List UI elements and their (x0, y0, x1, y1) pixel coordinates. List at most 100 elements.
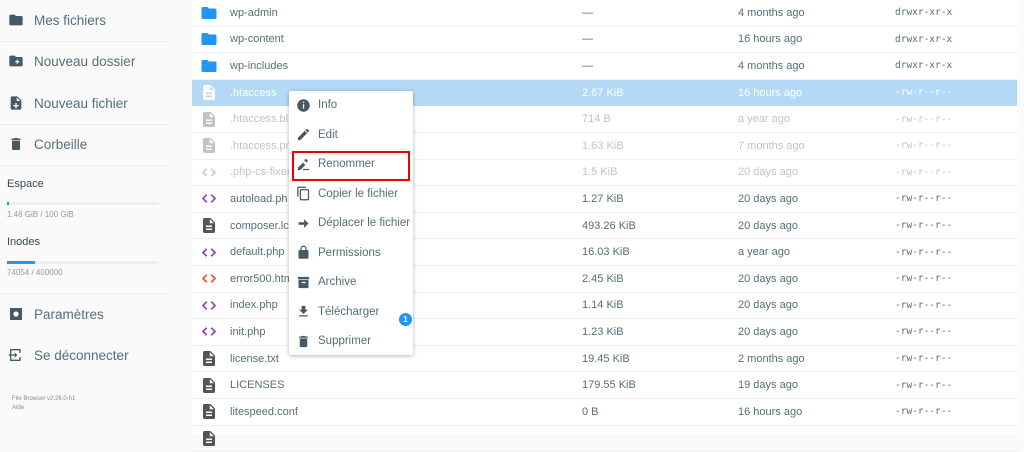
folder-icon (200, 4, 218, 22)
file-row[interactable]: wp-includes — 4 months ago drwxr-xr-x (192, 53, 1017, 80)
label: Corbeille (34, 136, 88, 152)
notification-badge: 1 (399, 313, 412, 326)
trash-icon (299, 335, 308, 347)
lock-icon (298, 245, 309, 259)
file-permissions: -rw-r--r-- (895, 326, 953, 338)
menu-item-info[interactable]: Info (289, 91, 413, 119)
file-modified: 16 hours ago (738, 33, 803, 46)
file-modified: 2 months ago (738, 352, 805, 365)
menu-item-lock[interactable]: Permissions (289, 239, 413, 267)
code-file-icon (200, 163, 218, 181)
file-modified: 20 days ago (738, 299, 798, 312)
menu-item-move[interactable]: Déplacer le fichier (289, 209, 413, 237)
file-size: 1.5 KiB (582, 166, 618, 179)
file-size: 2.45 KiB (582, 272, 624, 285)
move-icon (298, 218, 309, 228)
file-permissions: -rw-r--r-- (895, 299, 953, 311)
folder-icon (9, 14, 23, 26)
file-size: 1.23 KiB (582, 325, 624, 338)
file-modified: 19 days ago (738, 379, 798, 392)
file-name: .htaccess (230, 86, 277, 99)
file-size: 1.14 KiB (582, 299, 624, 312)
file-permissions: -rw-r--r-- (895, 140, 953, 152)
sidebar-item-logout[interactable]: Se déconnecter (8, 337, 129, 373)
file-modified: 20 days ago (738, 272, 798, 285)
file-row[interactable]: wp-admin — 4 months ago drwxr-xr-x (192, 0, 1017, 27)
menu-item-archive[interactable]: Archive (289, 268, 413, 296)
code-file-icon (200, 296, 218, 314)
file-modified: a year ago (738, 113, 790, 126)
download-icon (299, 305, 308, 317)
file-modified: 16 hours ago (738, 405, 803, 418)
folder-plus-icon (9, 55, 23, 67)
file-plus-icon (10, 96, 22, 110)
menu-item-label: Renommer (318, 158, 375, 170)
file-permissions: drwxr-xr-x (895, 7, 953, 19)
version-text: File Browser v2.26.0-h1 (12, 396, 76, 402)
label: Nouveau fichier (34, 95, 128, 111)
file-size: 19.45 KiB (582, 352, 630, 365)
file-icon (200, 403, 218, 421)
file-permissions: -rw-r--r-- (895, 166, 953, 178)
file-size: 179.55 KiB (582, 379, 636, 392)
menu-item-label: Déplacer le fichier (318, 217, 411, 229)
html-file-icon (200, 270, 218, 288)
sidebar-item-my-files[interactable]: Mes fichiers (8, 2, 106, 38)
sidebar-item-new-file[interactable]: Nouveau fichier (8, 85, 128, 121)
file-name: .htaccess.bl (230, 113, 289, 126)
menu-item-label: Supprimer (318, 335, 372, 347)
help-link[interactable]: Aide (12, 405, 24, 411)
file-name: index.php (230, 299, 278, 312)
file-name: .php-cs-fixer (230, 166, 291, 179)
file-row[interactable]: litespeed.conf 0 B 16 hours ago -rw-r--r-- (192, 399, 1017, 426)
file-name: error500.htm (230, 272, 293, 285)
menu-item-label: Télécharger (318, 305, 380, 318)
label: Paramètres (34, 306, 104, 322)
file-size: 1.27 KiB (582, 192, 624, 205)
file-size: 493.26 KiB (582, 219, 636, 232)
file-permissions: drwxr-xr-x (895, 60, 953, 72)
file-name: LICENSES (230, 379, 285, 392)
menu-item-pencil[interactable]: Edit (289, 121, 413, 149)
file-modified: 7 months ago (738, 139, 805, 152)
space-label: Espace (7, 178, 44, 190)
rename-icon (297, 158, 310, 170)
file-icon (200, 429, 218, 447)
file-permissions: -rw-r--r-- (895, 113, 953, 125)
menu-item-rename[interactable]: Renommer (289, 150, 413, 178)
file-modified: 4 months ago (738, 59, 805, 72)
menu-item-label: Edit (318, 128, 338, 141)
logout-icon (8, 349, 21, 361)
file-size: 16.03 KiB (582, 246, 630, 259)
file-modified: 16 hours ago (738, 86, 803, 99)
copy-icon (297, 186, 310, 201)
menu-item-download[interactable]: Télécharger (289, 298, 413, 326)
file-modified: 20 days ago (738, 219, 798, 232)
menu-item-copy[interactable]: Copier le fichier (289, 180, 413, 208)
trash-icon (11, 138, 21, 150)
sidebar-item-settings[interactable]: Paramètres (8, 296, 104, 332)
file-size: 0 B (582, 405, 599, 418)
file-permissions: -rw-r--r-- (895, 379, 953, 391)
file-row[interactable]: wp-content — 16 hours ago drwxr-xr-x (192, 27, 1017, 54)
file-permissions: -rw-r--r-- (895, 220, 953, 232)
file-size: — (582, 6, 593, 19)
file-size: 2.67 KiB (582, 86, 624, 99)
sidebar-item-trash[interactable]: Corbeille (8, 126, 87, 162)
file-permissions: -rw-r--r-- (895, 273, 953, 285)
file-icon (200, 350, 218, 368)
code-file-icon (200, 323, 218, 341)
menu-item-trash[interactable]: Supprimer (289, 327, 413, 355)
file-name: autoload.ph (230, 192, 288, 205)
folder-icon (200, 57, 218, 75)
file-name: init.php (230, 325, 266, 338)
file-name: wp-includes (230, 59, 289, 72)
file-row[interactable]: LICENSES 179.55 KiB 19 days ago -rw-r--r-- (192, 372, 1017, 399)
code-file-icon (200, 243, 218, 261)
file-icon (200, 376, 218, 394)
inodes-label: Inodes (7, 236, 41, 248)
sidebar-item-new-folder[interactable]: Nouveau dossier (8, 43, 135, 79)
file-name: license.txt (230, 352, 279, 365)
file-size: — (582, 33, 593, 46)
file-row[interactable] (192, 426, 1017, 452)
